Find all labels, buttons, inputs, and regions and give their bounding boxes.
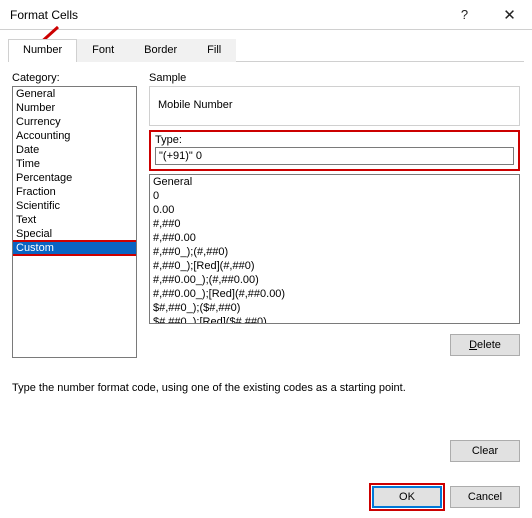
format-item[interactable]: #,##0_);[Red](#,##0) bbox=[150, 259, 519, 273]
ok-highlight: OK bbox=[372, 486, 442, 508]
sample-value: Mobile Number bbox=[158, 99, 233, 111]
category-item-special[interactable]: Special bbox=[13, 227, 136, 241]
delete-label-rest: elete bbox=[477, 339, 501, 351]
delete-button[interactable]: Delete bbox=[450, 334, 520, 356]
titlebar: Format Cells ? ✕ bbox=[0, 0, 532, 30]
format-item[interactable]: #,##0_);(#,##0) bbox=[150, 245, 519, 259]
format-item[interactable]: General bbox=[150, 175, 519, 189]
category-item-accounting[interactable]: Accounting bbox=[13, 129, 136, 143]
tab-font[interactable]: Font bbox=[77, 39, 129, 62]
type-label: Type: bbox=[155, 134, 514, 146]
ok-button[interactable]: OK bbox=[372, 486, 442, 508]
tab-border[interactable]: Border bbox=[129, 39, 192, 62]
format-item[interactable]: #,##0.00_);(#,##0.00) bbox=[150, 273, 519, 287]
format-listbox[interactable]: General00.00#,##0#,##0.00#,##0_);(#,##0)… bbox=[149, 174, 520, 324]
format-item[interactable]: 0.00 bbox=[150, 203, 519, 217]
format-item[interactable]: $#,##0_);[Red]($#,##0) bbox=[150, 315, 519, 324]
tab-fill[interactable]: Fill bbox=[192, 39, 236, 62]
help-icon: ? bbox=[461, 7, 468, 22]
category-item-custom[interactable]: Custom bbox=[13, 241, 136, 255]
window-title: Format Cells bbox=[10, 8, 442, 22]
category-listbox[interactable]: GeneralNumberCurrencyAccountingDateTimeP… bbox=[12, 86, 137, 358]
close-button[interactable]: ✕ bbox=[487, 0, 532, 30]
sample-label: Sample bbox=[149, 72, 520, 84]
category-item-percentage[interactable]: Percentage bbox=[13, 171, 136, 185]
cancel-button[interactable]: Cancel bbox=[450, 486, 520, 508]
format-item[interactable]: #,##0.00_);[Red](#,##0.00) bbox=[150, 287, 519, 301]
category-item-number[interactable]: Number bbox=[13, 101, 136, 115]
category-item-currency[interactable]: Currency bbox=[13, 115, 136, 129]
close-icon: ✕ bbox=[503, 6, 516, 24]
tab-number[interactable]: Number bbox=[8, 39, 77, 62]
help-button[interactable]: ? bbox=[442, 0, 487, 30]
category-item-time[interactable]: Time bbox=[13, 157, 136, 171]
category-item-scientific[interactable]: Scientific bbox=[13, 199, 136, 213]
format-item[interactable]: #,##0 bbox=[150, 217, 519, 231]
clear-button[interactable]: Clear bbox=[450, 440, 520, 462]
type-highlight: Type: bbox=[149, 130, 520, 171]
category-item-text[interactable]: Text bbox=[13, 213, 136, 227]
format-item[interactable]: 0 bbox=[150, 189, 519, 203]
category-item-general[interactable]: General bbox=[13, 87, 136, 101]
tab-bar: NumberFontBorderFill bbox=[8, 38, 524, 62]
format-item[interactable]: #,##0.00 bbox=[150, 231, 519, 245]
format-item[interactable]: $#,##0_);($#,##0) bbox=[150, 301, 519, 315]
sample-box: Mobile Number bbox=[149, 86, 520, 126]
category-item-date[interactable]: Date bbox=[13, 143, 136, 157]
category-item-fraction[interactable]: Fraction bbox=[13, 185, 136, 199]
hint-text: Type the number format code, using one o… bbox=[12, 382, 520, 394]
type-input[interactable] bbox=[155, 147, 514, 165]
category-label: Category: bbox=[12, 72, 137, 84]
